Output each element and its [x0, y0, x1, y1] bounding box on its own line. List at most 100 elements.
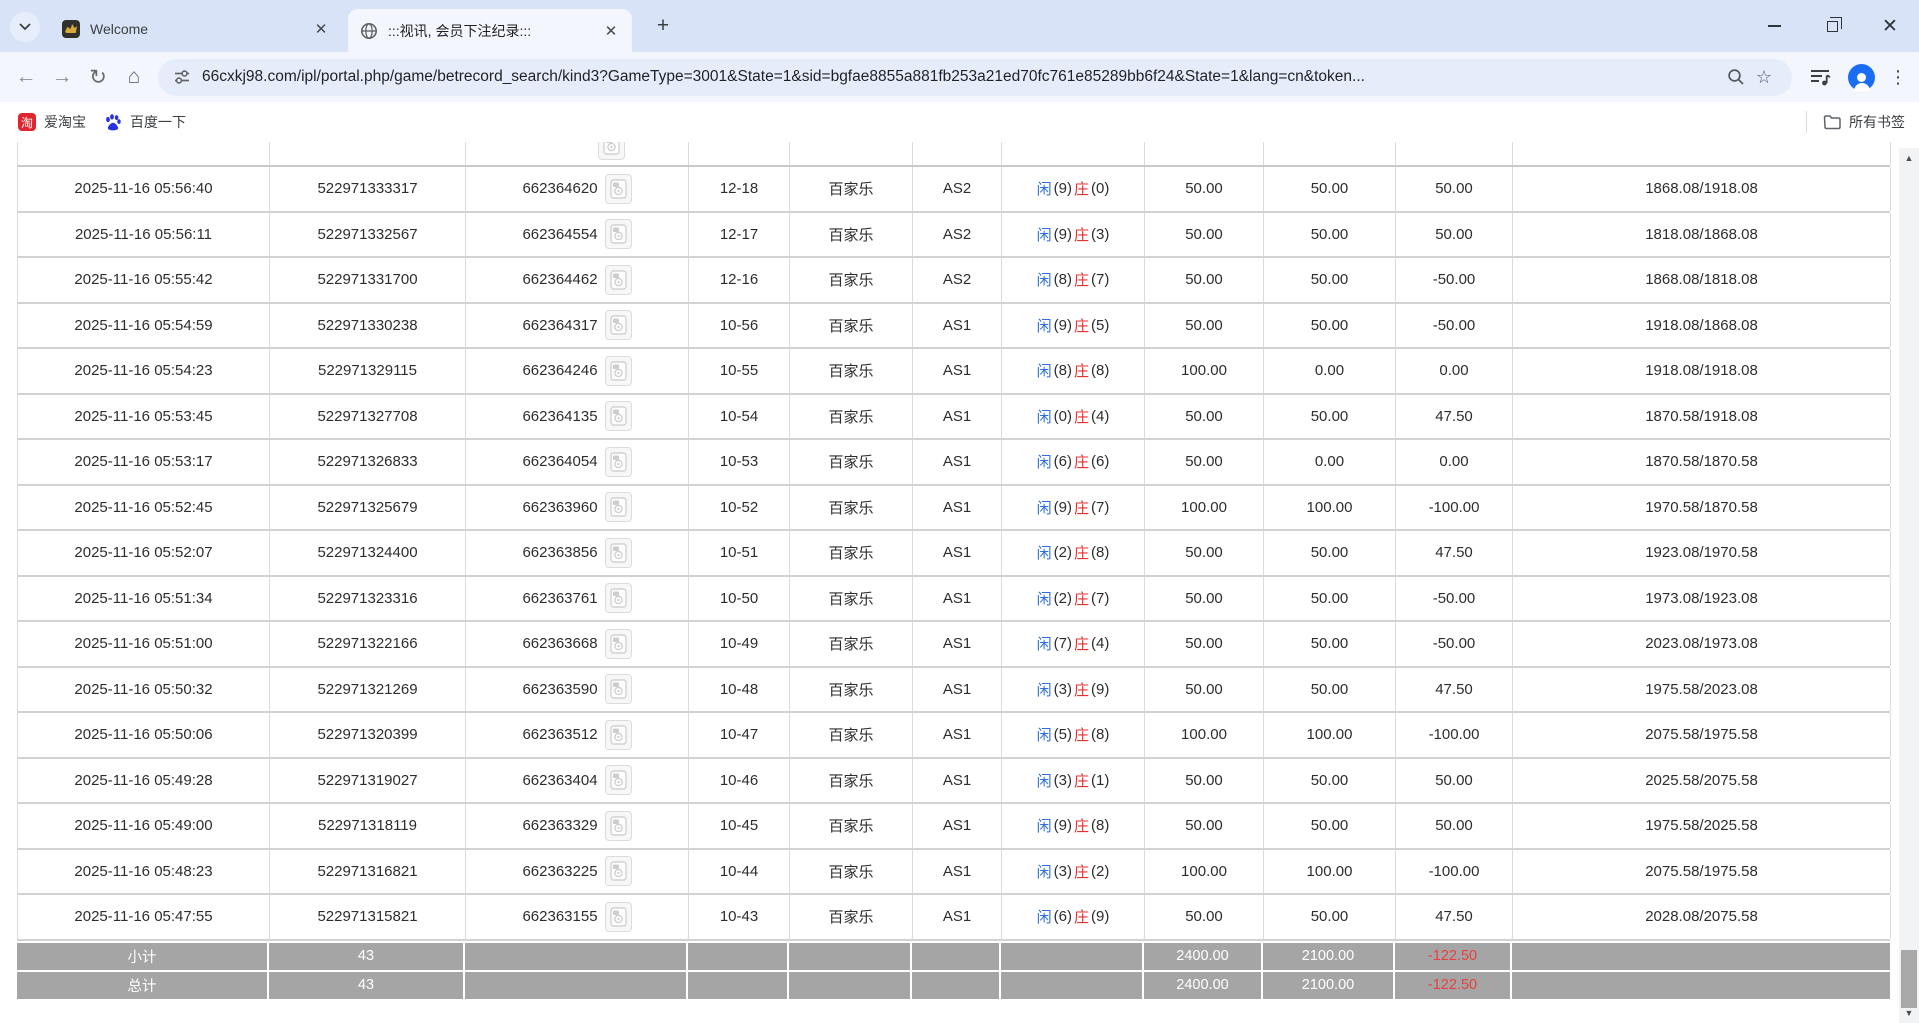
media-controls-icon[interactable]: [1802, 59, 1838, 95]
video-replay-icon[interactable]: [605, 492, 632, 522]
zoom-magnifier-icon[interactable]: [1722, 63, 1750, 91]
bet-amount[interactable]: 50.00: [1145, 622, 1264, 666]
tab-bet-record[interactable]: :::视讯, 会员下注纪录::: ✕: [348, 9, 632, 52]
bet-time: 2025-11-16 05:56:11: [18, 213, 270, 257]
video-replay-icon[interactable]: [605, 629, 632, 659]
video-replay-icon[interactable]: [605, 447, 632, 477]
player-label: 闲: [1037, 633, 1052, 654]
valid-amount: 50.00: [1264, 258, 1396, 302]
all-bookmarks-button[interactable]: 所有书签: [1823, 112, 1905, 132]
scrollbar-thumb[interactable]: [1901, 950, 1917, 1008]
table-round: 12-16: [689, 258, 790, 302]
bookmark-star-icon[interactable]: ☆: [1750, 63, 1778, 91]
table-row: 2025-11-16 05:49:28 522971319027 6623634…: [17, 759, 1890, 805]
bet-time: 2025-11-16 05:47:55: [18, 895, 270, 939]
bet-id: 522971325679: [270, 486, 466, 530]
game-type: 百家乐: [790, 258, 913, 302]
scroll-up-icon[interactable]: ▲: [1899, 150, 1919, 166]
bet-amount[interactable]: 100.00: [1145, 713, 1264, 757]
player-score: (8): [1054, 362, 1072, 379]
video-replay-icon[interactable]: [605, 310, 632, 340]
video-replay-icon[interactable]: [598, 142, 625, 160]
banker-label: 庄: [1074, 406, 1089, 427]
address-bar[interactable]: 66cxkj98.com/ipl/portal.php/game/betreco…: [158, 59, 1792, 96]
game-result: 闲(9) 庄(7): [1002, 486, 1145, 530]
valid-amount: 100.00: [1264, 713, 1396, 757]
page-scrollbar[interactable]: ▲ ▼: [1899, 148, 1919, 1023]
banker-label: 庄: [1074, 224, 1089, 245]
video-replay-icon[interactable]: [605, 174, 632, 204]
player-score: (8): [1054, 271, 1072, 288]
site-settings-icon[interactable]: [172, 67, 192, 87]
scroll-down-icon[interactable]: ▼: [1899, 1005, 1919, 1021]
minimize-button[interactable]: [1745, 0, 1803, 52]
bet-amount[interactable]: 50.00: [1145, 759, 1264, 803]
summary-valid-total: 2100.00: [1263, 943, 1395, 970]
forward-icon[interactable]: →: [44, 59, 80, 95]
player-score: (2): [1054, 590, 1072, 607]
video-replay-icon[interactable]: [605, 674, 632, 704]
game-result: 闲(9) 庄(0): [1002, 167, 1145, 211]
game-result: 闲(7) 庄(4): [1002, 622, 1145, 666]
video-replay-icon[interactable]: [605, 265, 632, 295]
window-close-button[interactable]: ✕: [1861, 0, 1919, 52]
bet-amount[interactable]: 50.00: [1145, 895, 1264, 939]
bet-amount[interactable]: 50.00: [1145, 258, 1264, 302]
bet-record-table: 2025-11-16 05:56:40 522971333317 6623646…: [17, 142, 1890, 999]
bookmark-taobao[interactable]: 淘 爱淘宝: [18, 112, 86, 132]
new-tab-button[interactable]: +: [650, 13, 676, 39]
tab-close-icon[interactable]: ✕: [602, 22, 620, 40]
video-replay-icon[interactable]: [605, 811, 632, 841]
bet-amount[interactable]: 50.00: [1145, 395, 1264, 439]
bookmark-baidu[interactable]: 百度一下: [104, 112, 186, 132]
bet-amount[interactable]: 50.00: [1145, 304, 1264, 348]
bet-amount[interactable]: 100.00: [1145, 850, 1264, 894]
bet-amount[interactable]: 50.00: [1145, 577, 1264, 621]
video-replay-icon[interactable]: [605, 219, 632, 249]
banker-label: 庄: [1074, 588, 1089, 609]
win-loss: -50.00: [1396, 258, 1513, 302]
bet-amount[interactable]: 100.00: [1145, 349, 1264, 393]
tab-search-button[interactable]: [10, 12, 40, 42]
bet-amount[interactable]: 50.00: [1145, 440, 1264, 484]
bet-amount[interactable]: 50.00: [1145, 804, 1264, 848]
summary-winloss-total: -122.50: [1395, 943, 1512, 970]
bet-id: 522971323316: [270, 577, 466, 621]
video-replay-icon[interactable]: [605, 401, 632, 431]
round-id: 662363761: [522, 590, 597, 607]
table-code: AS1: [913, 668, 1002, 712]
round-id-cell: 662364620: [466, 167, 689, 211]
bet-amount[interactable]: 50.00: [1145, 668, 1264, 712]
video-replay-icon[interactable]: [605, 720, 632, 750]
video-replay-icon[interactable]: [605, 583, 632, 613]
table-row: 2025-11-16 05:52:45 522971325679 6623639…: [17, 486, 1890, 532]
video-replay-icon[interactable]: [605, 356, 632, 386]
all-bookmarks-label: 所有书签: [1849, 112, 1905, 132]
bet-amount[interactable]: 50.00: [1145, 531, 1264, 575]
round-id: 662363960: [522, 499, 597, 516]
back-icon[interactable]: ←: [8, 59, 44, 95]
bet-amount[interactable]: 50.00: [1145, 167, 1264, 211]
video-replay-icon[interactable]: [605, 765, 632, 795]
round-id: 662364054: [522, 453, 597, 470]
balance: 1868.08/1818.08: [1513, 258, 1891, 302]
bet-amount[interactable]: 100.00: [1145, 486, 1264, 530]
home-icon[interactable]: ⌂: [116, 59, 152, 95]
menu-kebab-icon[interactable]: ⋮: [1885, 67, 1911, 88]
table-round: 10-47: [689, 713, 790, 757]
table-row: 2025-11-16 05:52:07 522971324400 6623638…: [17, 531, 1890, 577]
tab-close-icon[interactable]: ✕: [312, 20, 330, 38]
video-replay-icon[interactable]: [605, 902, 632, 932]
round-id-cell: 662363155: [466, 895, 689, 939]
profile-avatar[interactable]: [1848, 64, 1875, 91]
video-replay-icon[interactable]: [605, 856, 632, 886]
reload-icon[interactable]: ↻: [80, 59, 116, 95]
player-label: 闲: [1037, 770, 1052, 791]
url-text[interactable]: 66cxkj98.com/ipl/portal.php/game/betreco…: [202, 68, 1722, 86]
video-replay-icon[interactable]: [605, 538, 632, 568]
banker-score: (7): [1091, 499, 1109, 516]
tab-welcome[interactable]: Welcome ✕: [50, 9, 342, 49]
bet-amount[interactable]: 50.00: [1145, 213, 1264, 257]
banker-label: 庄: [1074, 633, 1089, 654]
restore-button[interactable]: [1803, 0, 1861, 52]
